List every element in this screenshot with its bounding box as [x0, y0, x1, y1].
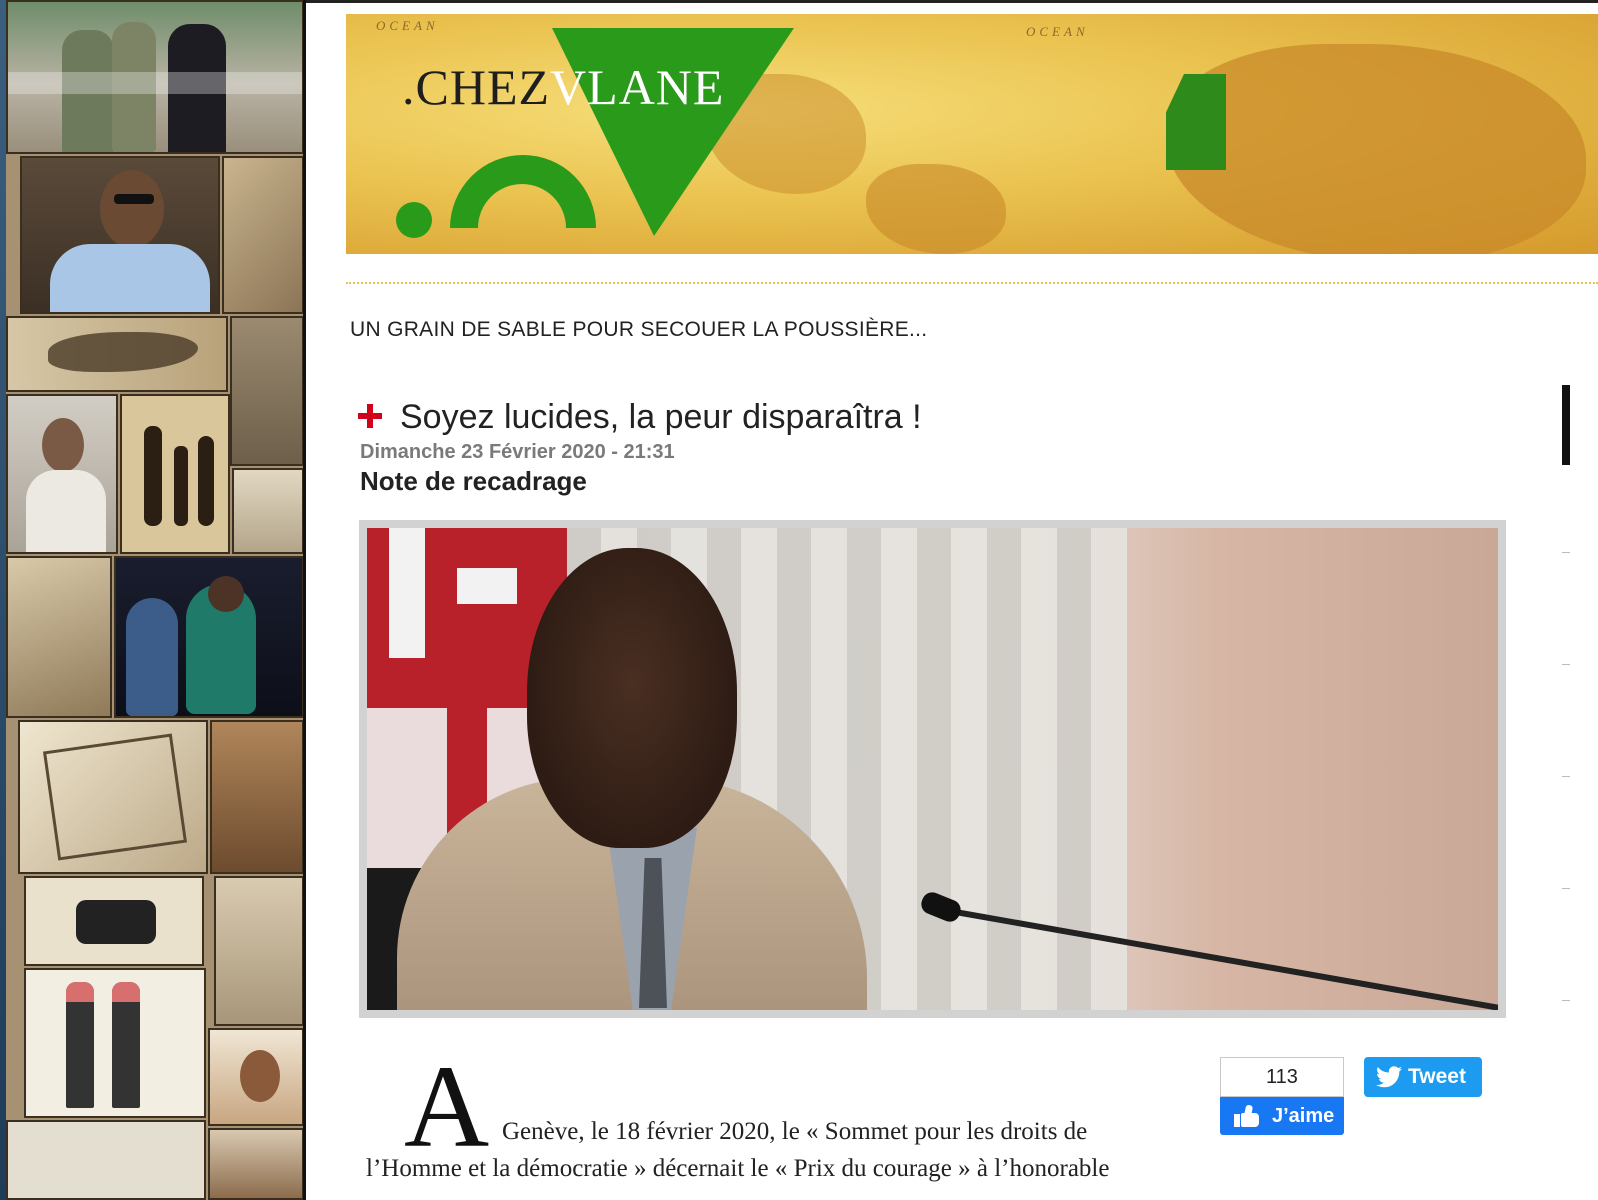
scrollbar-thumb[interactable] — [1562, 385, 1570, 465]
tweet-button[interactable]: Tweet — [1364, 1057, 1482, 1097]
collage-tile-pencils[interactable] — [24, 968, 206, 1118]
collage-tile-typewriter[interactable] — [232, 468, 303, 554]
mauritania-shape-icon — [1166, 74, 1226, 170]
collage-panel — [6, 0, 303, 1200]
like-button-label: J’aime — [1272, 1105, 1335, 1127]
collage-tile-painting[interactable] — [210, 720, 303, 874]
twitter-bird-icon — [1376, 1066, 1402, 1088]
banner-divider — [346, 282, 1598, 284]
thumbs-up-icon — [1234, 1104, 1260, 1127]
right-edge-divider — [1562, 1000, 1570, 1001]
brand-name-right: VLANE — [550, 59, 725, 115]
site-banner[interactable]: OCEAN OCEAN .CHEZVLANE — [346, 14, 1598, 254]
site-tagline: UN GRAIN DE SABLE POUR SECOUER LA POUSSI… — [350, 318, 928, 341]
article-body-line: l’Homme et la démocratie » décernait le … — [366, 1155, 1110, 1182]
collage-tile-parade[interactable] — [6, 0, 303, 154]
photo-backdrop-white — [389, 528, 425, 658]
collage-tile-portrait-1[interactable] — [20, 156, 220, 314]
collage-tile-bottom-right[interactable] — [208, 1128, 303, 1200]
banner-ocean-label: OCEAN — [1026, 24, 1089, 39]
collage-tile-sculpture[interactable] — [222, 156, 303, 314]
collage-tile-map[interactable] — [6, 316, 228, 392]
plus-cross-icon[interactable] — [358, 404, 382, 428]
like-button[interactable]: J’aime — [1220, 1097, 1344, 1135]
article-dropcap: A — [404, 1041, 490, 1172]
banner-map-land — [866, 164, 1006, 254]
collage-tile-portrait-2[interactable] — [6, 394, 118, 554]
brand-name-left: .CHEZ — [402, 59, 551, 115]
collage-tile-veil[interactable] — [6, 556, 112, 718]
like-count: 113 — [1220, 1057, 1344, 1097]
article-image[interactable] — [367, 528, 1498, 1010]
collage-tile-calligraphy[interactable] — [120, 394, 230, 554]
article-image-frame — [359, 520, 1506, 1018]
collage-tile-hands[interactable] — [230, 316, 303, 466]
collage-tile-musicians[interactable] — [114, 556, 303, 718]
speaker-head — [527, 548, 737, 848]
brand-wordmark[interactable]: .CHEZVLANE — [402, 58, 724, 116]
banner-map-land — [1166, 44, 1586, 254]
right-edge-divider — [1562, 888, 1570, 889]
right-edge-divider — [1562, 664, 1570, 665]
article-date: Dimanche 23 Février 2020 - 21:31 — [360, 441, 675, 463]
right-edge-divider — [1562, 552, 1570, 553]
collage-tile-caricature[interactable] — [208, 1028, 303, 1126]
brand-logo-icon — [396, 28, 794, 238]
article-subtitle: Note de recadrage — [360, 466, 587, 496]
article-body-line: Genève, le 18 février 2020, le « Sommet … — [502, 1118, 1088, 1145]
tweet-button-label: Tweet — [1408, 1065, 1466, 1088]
collage-tile-cartoon-bowtie[interactable] — [24, 876, 204, 966]
photo-backdrop-white — [457, 568, 517, 604]
facebook-like-widget: 113 J’aime — [1220, 1057, 1344, 1135]
article-title[interactable]: Soyez lucides, la peur disparaîtra ! — [400, 398, 922, 437]
collage-tile-drawing-hands[interactable] — [18, 720, 208, 874]
photo-collage-sidebar — [0, 0, 306, 1200]
right-edge-divider — [1562, 776, 1570, 777]
top-border — [306, 0, 1598, 3]
collage-tile-sketch[interactable] — [214, 876, 303, 1026]
collage-tile-bottom-left[interactable] — [6, 1120, 206, 1200]
